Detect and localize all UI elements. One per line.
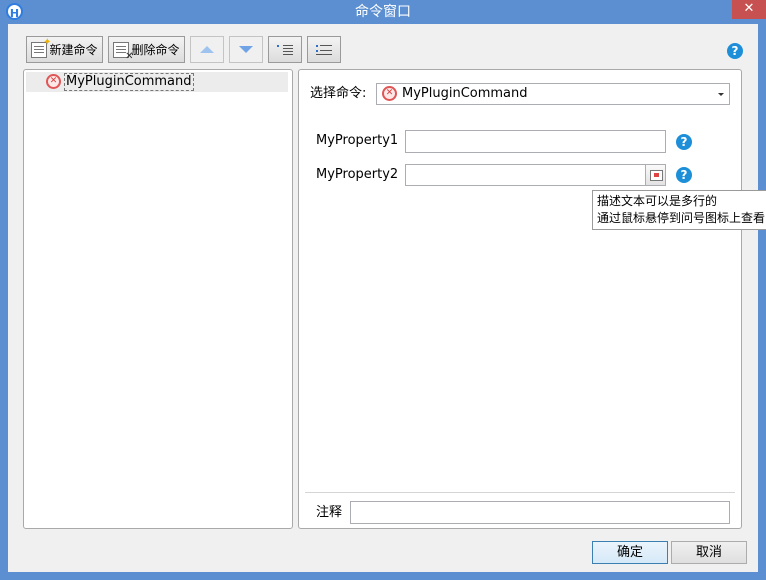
close-button[interactable]: ✕ <box>732 0 766 19</box>
property2-help-icon[interactable]: ? <box>676 167 692 183</box>
indent-list-icon <box>277 44 293 56</box>
divider <box>305 492 735 493</box>
select-command-label: 选择命令: <box>310 86 367 101</box>
new-command-button[interactable]: 新建命令 <box>26 36 103 63</box>
command-tree-panel: MyPluginCommand <box>23 69 293 529</box>
command-properties-panel: 选择命令: MyPluginCommand MyProperty1 ? MyPr… <box>298 69 742 529</box>
note-label: 注释 <box>316 505 343 520</box>
property1-help-icon[interactable]: ? <box>676 134 692 150</box>
property2-label: MyProperty2 <box>316 167 399 182</box>
new-command-label: 新建命令 <box>49 43 98 57</box>
arrow-up-icon <box>200 46 214 53</box>
tooltip-line-2: 通过鼠标悬停到问号图标上查看 <box>597 211 766 225</box>
property1-label: MyProperty1 <box>316 133 399 148</box>
chevron-down-icon <box>718 93 724 96</box>
property1-input[interactable] <box>405 130 666 153</box>
dialog-body: 新建命令 删除命令 <box>8 24 758 572</box>
delete-command-label: 删除命令 <box>131 43 180 57</box>
error-icon <box>46 74 61 89</box>
window-title: 命令窗口 <box>355 4 411 20</box>
move-down-button[interactable] <box>229 36 263 63</box>
ok-button[interactable]: 确定 <box>592 541 668 564</box>
arrow-down-icon <box>239 46 253 53</box>
outdent-button[interactable] <box>307 36 341 63</box>
note-input[interactable] <box>350 501 730 524</box>
property2-input[interactable] <box>405 164 666 186</box>
help-icon[interactable]: ? <box>727 43 743 59</box>
property2-picker-button[interactable] <box>645 165 665 185</box>
cancel-button[interactable]: 取消 <box>671 541 747 564</box>
indent-button[interactable] <box>268 36 302 63</box>
command-window: H 命令窗口 ✕ 新建命令 删除命令 <box>0 0 766 580</box>
outdent-list-icon <box>316 44 332 56</box>
command-select-value: MyPluginCommand <box>402 86 528 101</box>
tooltip-line-1: 描述文本可以是多行的 <box>597 194 718 208</box>
delete-command-button[interactable]: 删除命令 <box>108 36 185 63</box>
command-select[interactable]: MyPluginCommand <box>376 83 730 105</box>
error-icon <box>382 86 397 101</box>
title-bar: H 命令窗口 ✕ <box>0 0 766 24</box>
tree-item-mypluginCommand[interactable]: MyPluginCommand <box>26 72 288 92</box>
tree-item-label: MyPluginCommand <box>64 73 194 91</box>
move-up-button[interactable] <box>190 36 224 63</box>
help-tooltip: 描述文本可以是多行的 通过鼠标悬停到问号图标上查看 <box>592 190 766 230</box>
delete-command-icon <box>113 41 133 62</box>
new-command-icon <box>31 37 51 58</box>
